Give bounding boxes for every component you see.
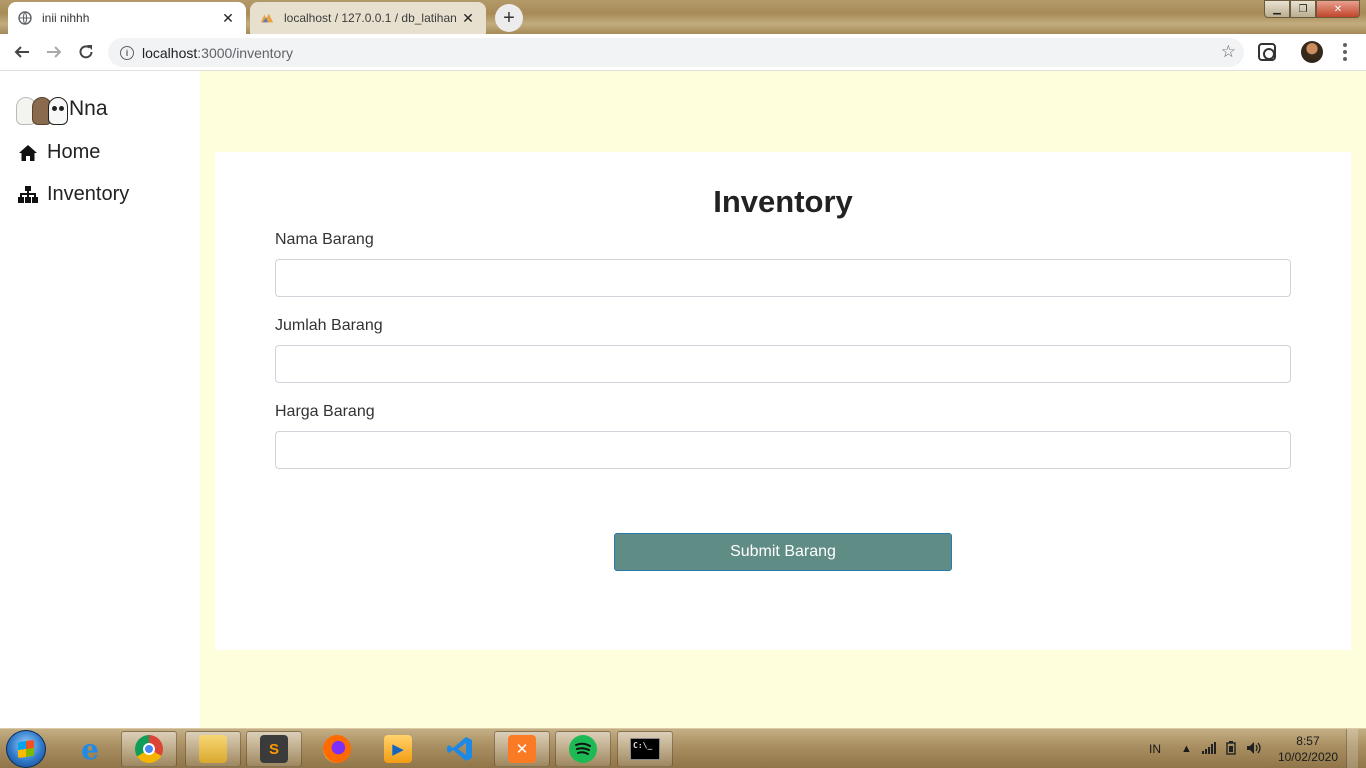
sidebar-item-label: Home <box>47 141 101 163</box>
nama-barang-input[interactable] <box>275 259 1291 297</box>
clock-time: 8:57 <box>1296 734 1320 748</box>
clock-date: 10/02/2020 <box>1277 750 1338 764</box>
sidebar-item-inventory[interactable]: Inventory <box>18 183 129 206</box>
clock[interactable]: 8:57 10/02/2020 <box>1278 733 1338 765</box>
browser-menu-icon[interactable] <box>1340 41 1350 63</box>
sublime-text-icon[interactable]: S <box>246 731 302 767</box>
show-desktop-button[interactable] <box>1346 729 1358 768</box>
firefox-icon[interactable] <box>309 731 365 767</box>
close-window-button[interactable]: ✕ <box>1316 0 1360 18</box>
address-bar[interactable]: i localhost:3000/inventory ☆ <box>108 38 1244 67</box>
profile-avatar[interactable] <box>1301 41 1323 63</box>
tab-close-icon[interactable]: ✕ <box>460 10 476 27</box>
minimize-button[interactable]: ▁ <box>1264 0 1290 18</box>
maximize-button[interactable]: ❐ <box>1290 0 1316 18</box>
harga-barang-label: Harga Barang <box>275 403 375 420</box>
page-content: Nna Home Inventory Inventory Nama Barang… <box>0 71 1366 728</box>
show-hidden-icons-icon[interactable]: ▲ <box>1181 743 1192 755</box>
bookmark-star-icon[interactable]: ☆ <box>1221 42 1236 62</box>
network-signal-icon[interactable] <box>1201 741 1216 757</box>
info-icon[interactable]: i <box>120 45 134 60</box>
reload-icon[interactable] <box>74 40 98 64</box>
home-icon <box>19 144 37 161</box>
submit-barang-button[interactable]: Submit Barang <box>614 533 952 571</box>
new-tab-button[interactable]: + <box>495 4 523 32</box>
bears-logo <box>16 93 68 125</box>
url-host: localhost <box>142 44 198 61</box>
sidebar-item-home[interactable]: Home <box>18 141 100 164</box>
url-path: :3000/inventory <box>197 44 293 61</box>
volume-icon[interactable] <box>1246 741 1262 758</box>
tab-phpmyadmin[interactable]: localhost / 127.0.0.1 / db_latihan ✕ <box>250 2 486 34</box>
command-prompt-icon[interactable]: C:\_ <box>617 731 673 767</box>
page-title: Inventory <box>713 184 853 219</box>
battery-icon[interactable] <box>1226 740 1236 758</box>
xampp-icon[interactable]: ✕ <box>494 731 550 767</box>
sitemap-icon <box>18 185 38 203</box>
language-indicator[interactable]: IN <box>1149 742 1161 756</box>
file-explorer-icon[interactable] <box>185 731 241 767</box>
inventory-form-card: Inventory Nama Barang Jumlah Barang Harg… <box>215 152 1351 650</box>
tab-title: inii nihhh <box>42 11 90 25</box>
brand-name: Nna <box>69 97 108 120</box>
internet-explorer-icon[interactable]: e <box>62 731 118 767</box>
sidebar: Nna Home Inventory <box>0 71 200 728</box>
nama-barang-label: Nama Barang <box>275 231 374 248</box>
tab-inventory-app[interactable]: inii nihhh ✕ <box>8 2 246 34</box>
spotify-icon[interactable] <box>555 731 611 767</box>
media-player-icon[interactable]: ▶ <box>370 731 426 767</box>
window-controls: ▁ ❐ ✕ <box>1264 0 1360 18</box>
taskbar: e S ▶ ✕ C:\_ IN ▲ 8:57 10/02/2020 <box>0 728 1366 768</box>
screen: inii nihhh ✕ localhost / 127.0.0.1 / db_… <box>0 0 1366 768</box>
globe-icon <box>18 11 32 25</box>
vscode-icon[interactable] <box>432 731 488 767</box>
harga-barang-input[interactable] <box>275 431 1291 469</box>
brand[interactable]: Nna <box>16 93 108 125</box>
tab-close-icon[interactable]: ✕ <box>220 10 236 27</box>
browser-tab-strip: inii nihhh ✕ localhost / 127.0.0.1 / db_… <box>0 0 1366 34</box>
system-tray: IN ▲ 8:57 10/02/2020 <box>1149 729 1358 768</box>
sidebar-item-label: Inventory <box>47 183 130 205</box>
jumlah-barang-label: Jumlah Barang <box>275 317 383 334</box>
browser-toolbar: i localhost:3000/inventory ☆ <box>0 34 1366 71</box>
tab-title: localhost / 127.0.0.1 / db_latihan <box>284 11 457 25</box>
forward-arrow-icon[interactable] <box>42 40 66 64</box>
jumlah-barang-input[interactable] <box>275 345 1291 383</box>
extension-icon[interactable] <box>1258 43 1276 61</box>
phpmyadmin-icon <box>260 11 274 25</box>
chrome-icon[interactable] <box>121 731 177 767</box>
back-arrow-icon[interactable] <box>10 40 34 64</box>
start-button[interactable] <box>6 730 46 768</box>
